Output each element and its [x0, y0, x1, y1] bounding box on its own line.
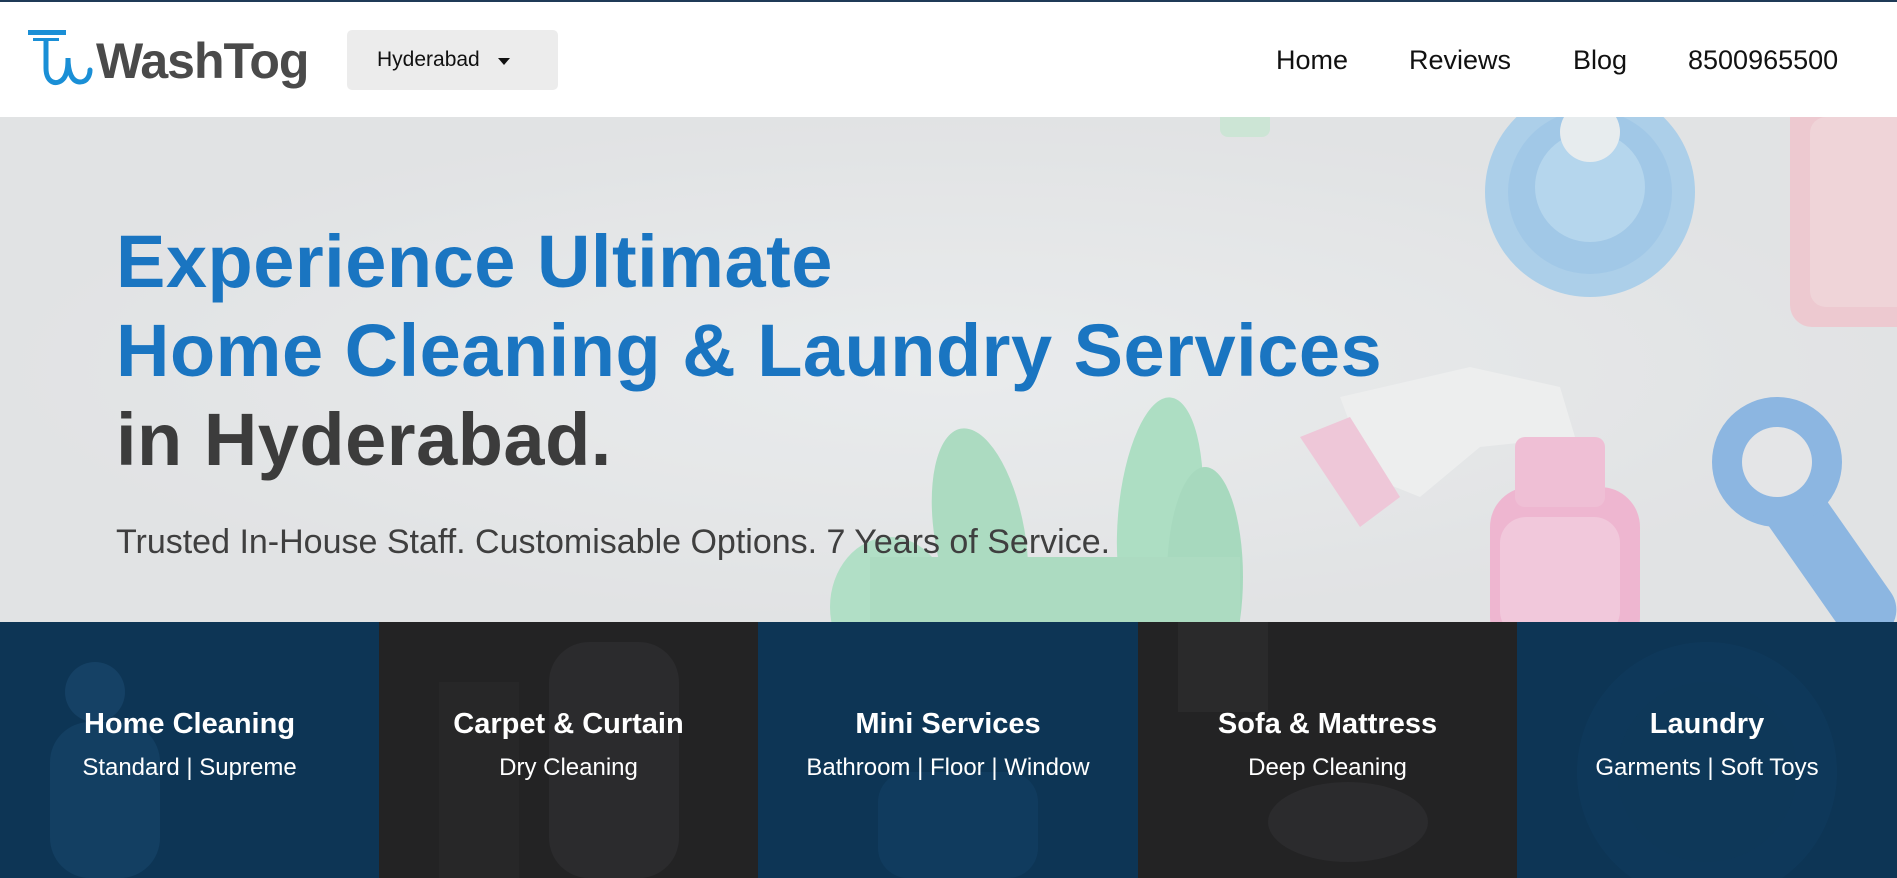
services-row: Home Cleaning Standard | Supreme Carpet …: [0, 622, 1897, 878]
nav-blog-link[interactable]: Blog: [1573, 44, 1627, 76]
tile-title: Mini Services: [855, 708, 1041, 740]
tile-content: Mini Services Bathroom | Floor | Window: [758, 707, 1138, 783]
tile-subtitle: Bathroom | Floor | Window: [806, 754, 1090, 781]
service-tile-laundry[interactable]: Laundry Garments | Soft Toys: [1517, 622, 1897, 878]
tile-subtitle: Standard | Supreme: [82, 754, 297, 781]
hero-text-block: Experience Ultimate Home Cleaning & Laun…: [116, 217, 1382, 562]
tile-title: Sofa & Mattress: [1217, 708, 1438, 740]
tile-title: Laundry: [1649, 708, 1765, 740]
service-tile-sofa-mattress[interactable]: Sofa & Mattress Deep Cleaning: [1138, 622, 1517, 878]
service-tile-home-cleaning[interactable]: Home Cleaning Standard | Supreme: [0, 622, 379, 878]
nav-phone-link[interactable]: 8500965500: [1688, 44, 1838, 76]
main-nav: Home Reviews Blog 8500965500: [0, 2, 1897, 119]
nav-home-link[interactable]: Home: [1276, 44, 1348, 76]
hero-section: Experience Ultimate Home Cleaning & Laun…: [0, 117, 1897, 622]
tile-content: Home Cleaning Standard | Supreme: [0, 707, 379, 783]
tile-title: Home Cleaning: [83, 708, 296, 740]
tile-subtitle: Garments | Soft Toys: [1595, 754, 1819, 781]
tile-content: Sofa & Mattress Deep Cleaning: [1138, 707, 1517, 783]
service-tile-carpet-curtain[interactable]: Carpet & Curtain Dry Cleaning: [379, 622, 758, 878]
tile-content: Laundry Garments | Soft Toys: [1517, 707, 1897, 783]
site-header: WashTog Hyderabad Home Reviews Blog 8500…: [0, 0, 1897, 117]
hero-title-line-3: in Hyderabad.: [116, 398, 612, 481]
hero-subtitle: Trusted In-House Staff. Customisable Opt…: [116, 523, 1111, 561]
tile-subtitle: Deep Cleaning: [1248, 754, 1407, 781]
tile-subtitle: Dry Cleaning: [499, 754, 638, 781]
tile-title: Carpet & Curtain: [453, 708, 684, 740]
hero-title: Experience Ultimate Home Cleaning & Laun…: [116, 217, 1382, 484]
nav-reviews-link[interactable]: Reviews: [1409, 44, 1511, 76]
service-tile-mini-services[interactable]: Mini Services Bathroom | Floor | Window: [758, 622, 1138, 878]
hero-title-line-1: Experience Ultimate: [116, 220, 833, 303]
hero-title-line-2: Home Cleaning & Laundry Services: [116, 309, 1383, 392]
tile-content: Carpet & Curtain Dry Cleaning: [379, 707, 758, 783]
